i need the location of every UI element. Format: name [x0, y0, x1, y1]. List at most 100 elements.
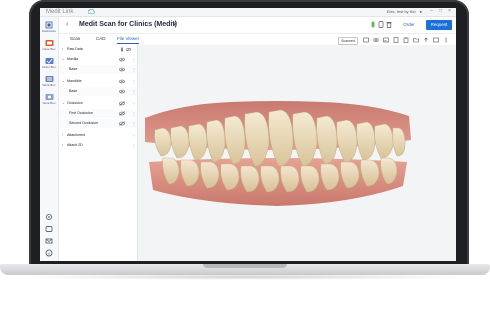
trash-icon[interactable]	[386, 21, 392, 28]
more-options-icon[interactable]: ⋮	[132, 77, 136, 86]
tree-item-attachment[interactable]: › Attachment ⋮	[59, 131, 137, 140]
settings-icon[interactable]	[45, 213, 53, 221]
3d-viewport[interactable]	[138, 45, 456, 261]
close-icon[interactable]: ×	[447, 9, 452, 14]
tree-item-label: Raw Data	[67, 47, 83, 51]
title-bar: Medit Link Elec. test by Kiri ● – □ ×	[40, 8, 456, 17]
left-nav: Dashboard Case Box Order Box Work Box Wo…	[40, 17, 59, 261]
pencil-icon[interactable]	[172, 21, 178, 27]
tree-item-label: Mandible	[67, 79, 82, 83]
more-options-icon[interactable]: ⋮	[132, 55, 136, 64]
nav-label: Work Box	[42, 83, 56, 87]
tree-item-mandible-base[interactable]: Base ⋮	[59, 87, 137, 96]
tree-item-label: Occlusion	[67, 101, 83, 105]
more-options-icon[interactable]: ⋮	[132, 141, 136, 150]
phone-icon[interactable]	[378, 21, 384, 28]
eye-hidden-icon[interactable]	[119, 101, 125, 106]
maximize-icon[interactable]: □	[438, 9, 443, 14]
tree-item-first-occlusion[interactable]: First Occlusion ⋮	[59, 109, 137, 118]
share-icon[interactable]	[363, 37, 369, 43]
nav-item-order-box[interactable]: Order Box	[42, 57, 56, 72]
more-options-icon[interactable]: ⋮	[132, 99, 136, 108]
upload-icon[interactable]	[423, 37, 429, 43]
note-icon[interactable]	[393, 37, 399, 43]
tab-cad[interactable]: CAD	[96, 35, 106, 43]
laptop-shadow	[20, 274, 470, 280]
tree-item-maxilla-base[interactable]: Base ⋮	[59, 65, 137, 74]
chevron-right-icon[interactable]: ›	[62, 45, 63, 54]
eye-hidden-icon[interactable]	[119, 111, 125, 116]
eye-icon[interactable]	[119, 67, 125, 72]
scanned-dropdown[interactable]: Scanned	[338, 37, 358, 45]
more-options-icon[interactable]: ⋮	[132, 131, 136, 140]
notification-icon[interactable]	[45, 225, 53, 233]
tree-item-label: Attach 2D	[67, 143, 83, 147]
nav-label: Work Box	[42, 101, 56, 105]
user-area[interactable]: Elec. test by Kiri ●	[387, 9, 422, 15]
case-header: ‹ Medit Scan for Clinics (Medit) Order R…	[59, 17, 456, 34]
view-tabs: Scan CAD File Viewer	[59, 34, 149, 44]
eye-icon[interactable]	[119, 89, 125, 94]
minimize-icon[interactable]: –	[429, 9, 434, 14]
nav-label: Order Box	[42, 65, 56, 69]
more-options-icon[interactable]: ⋮	[132, 109, 136, 118]
export-icon[interactable]	[433, 37, 439, 43]
cloud-icon	[88, 9, 95, 14]
folder-icon[interactable]	[413, 37, 419, 43]
order-button[interactable]: Order	[397, 20, 421, 30]
tree-item-label: Second Occlusion	[69, 121, 98, 125]
dashboard-icon	[45, 21, 53, 29]
nav-label: Case Box	[42, 47, 56, 51]
tab-scan[interactable]: Scan	[70, 35, 80, 43]
dental-scan-model[interactable]	[141, 100, 413, 212]
app-screen: Medit Link Elec. test by Kiri ● – □ × Da…	[40, 8, 456, 261]
eye-hidden-icon[interactable]	[126, 47, 131, 52]
tree-item-occlusion[interactable]: ⌄ Occlusion ⋮	[59, 99, 137, 108]
clipboard-icon[interactable]	[403, 37, 409, 43]
eye-icon[interactable]	[119, 57, 125, 62]
chevron-down-icon[interactable]: ⌄	[62, 55, 65, 64]
avatar-icon: ●	[419, 9, 422, 14]
back-arrow-icon[interactable]: ‹	[66, 21, 68, 28]
file-tree-panel: › Raw Data ⌄ Maxilla ⋮ Base ⋮ ⌄ Mandible…	[59, 45, 138, 261]
case-box-icon	[45, 40, 53, 46]
request-button[interactable]: Request	[426, 20, 452, 30]
tree-item-label: Maxilla	[67, 57, 79, 61]
more-options-icon[interactable]: ⋮	[132, 87, 136, 96]
message-icon[interactable]	[45, 237, 53, 245]
image-icon[interactable]	[383, 37, 389, 43]
chevron-down-icon[interactable]: ⌄	[62, 99, 65, 108]
tree-item-label: First Occlusion	[69, 111, 93, 115]
more-icon[interactable]	[443, 37, 449, 43]
eye-hidden-icon[interactable]	[119, 121, 125, 126]
tree-item-mandible[interactable]: ⌄ Mandible ⋮	[59, 77, 137, 86]
more-options-icon[interactable]: ⋮	[132, 119, 136, 128]
tree-item-raw-data[interactable]: › Raw Data	[59, 45, 137, 54]
chevron-right-icon[interactable]: ›	[62, 131, 63, 140]
tree-item-label: Base	[69, 89, 78, 93]
nav-item-work-box-2[interactable]: Work Box	[42, 93, 56, 108]
work-box-icon	[45, 76, 53, 82]
status-indicator-icon	[371, 21, 375, 28]
laptop-notch	[203, 264, 287, 268]
more-options-icon[interactable]: ⋮	[132, 65, 136, 74]
chevron-down-icon[interactable]: ⌄	[62, 77, 65, 86]
help-icon[interactable]	[45, 249, 53, 257]
work-box-icon	[45, 94, 53, 100]
eye-icon[interactable]	[119, 79, 125, 84]
tab-file-viewer[interactable]: File Viewer	[117, 35, 140, 44]
nav-item-case-box[interactable]: Case Box	[42, 39, 56, 54]
page-title: Medit Scan for Clinics (Medit)	[79, 21, 178, 28]
tree-item-second-occlusion[interactable]: Second Occlusion ⋮	[59, 119, 137, 128]
app-title: Medit Link	[46, 9, 74, 15]
nav-item-work-box[interactable]: Work Box	[42, 75, 56, 90]
user-label: Elec. test by Kiri	[386, 9, 416, 14]
chevron-right-icon[interactable]: ›	[62, 141, 63, 150]
tree-item-maxilla[interactable]: ⌄ Maxilla ⋮	[59, 55, 137, 64]
nav-label: Dashboard	[42, 29, 56, 33]
visibility-icon[interactable]	[119, 47, 125, 52]
link-icon[interactable]	[373, 37, 379, 43]
tree-item-attach-2d[interactable]: › Attach 2D ⋮	[59, 141, 137, 150]
window-controls: – □ ×	[429, 9, 452, 14]
nav-item-dashboard[interactable]: Dashboard	[42, 21, 56, 36]
